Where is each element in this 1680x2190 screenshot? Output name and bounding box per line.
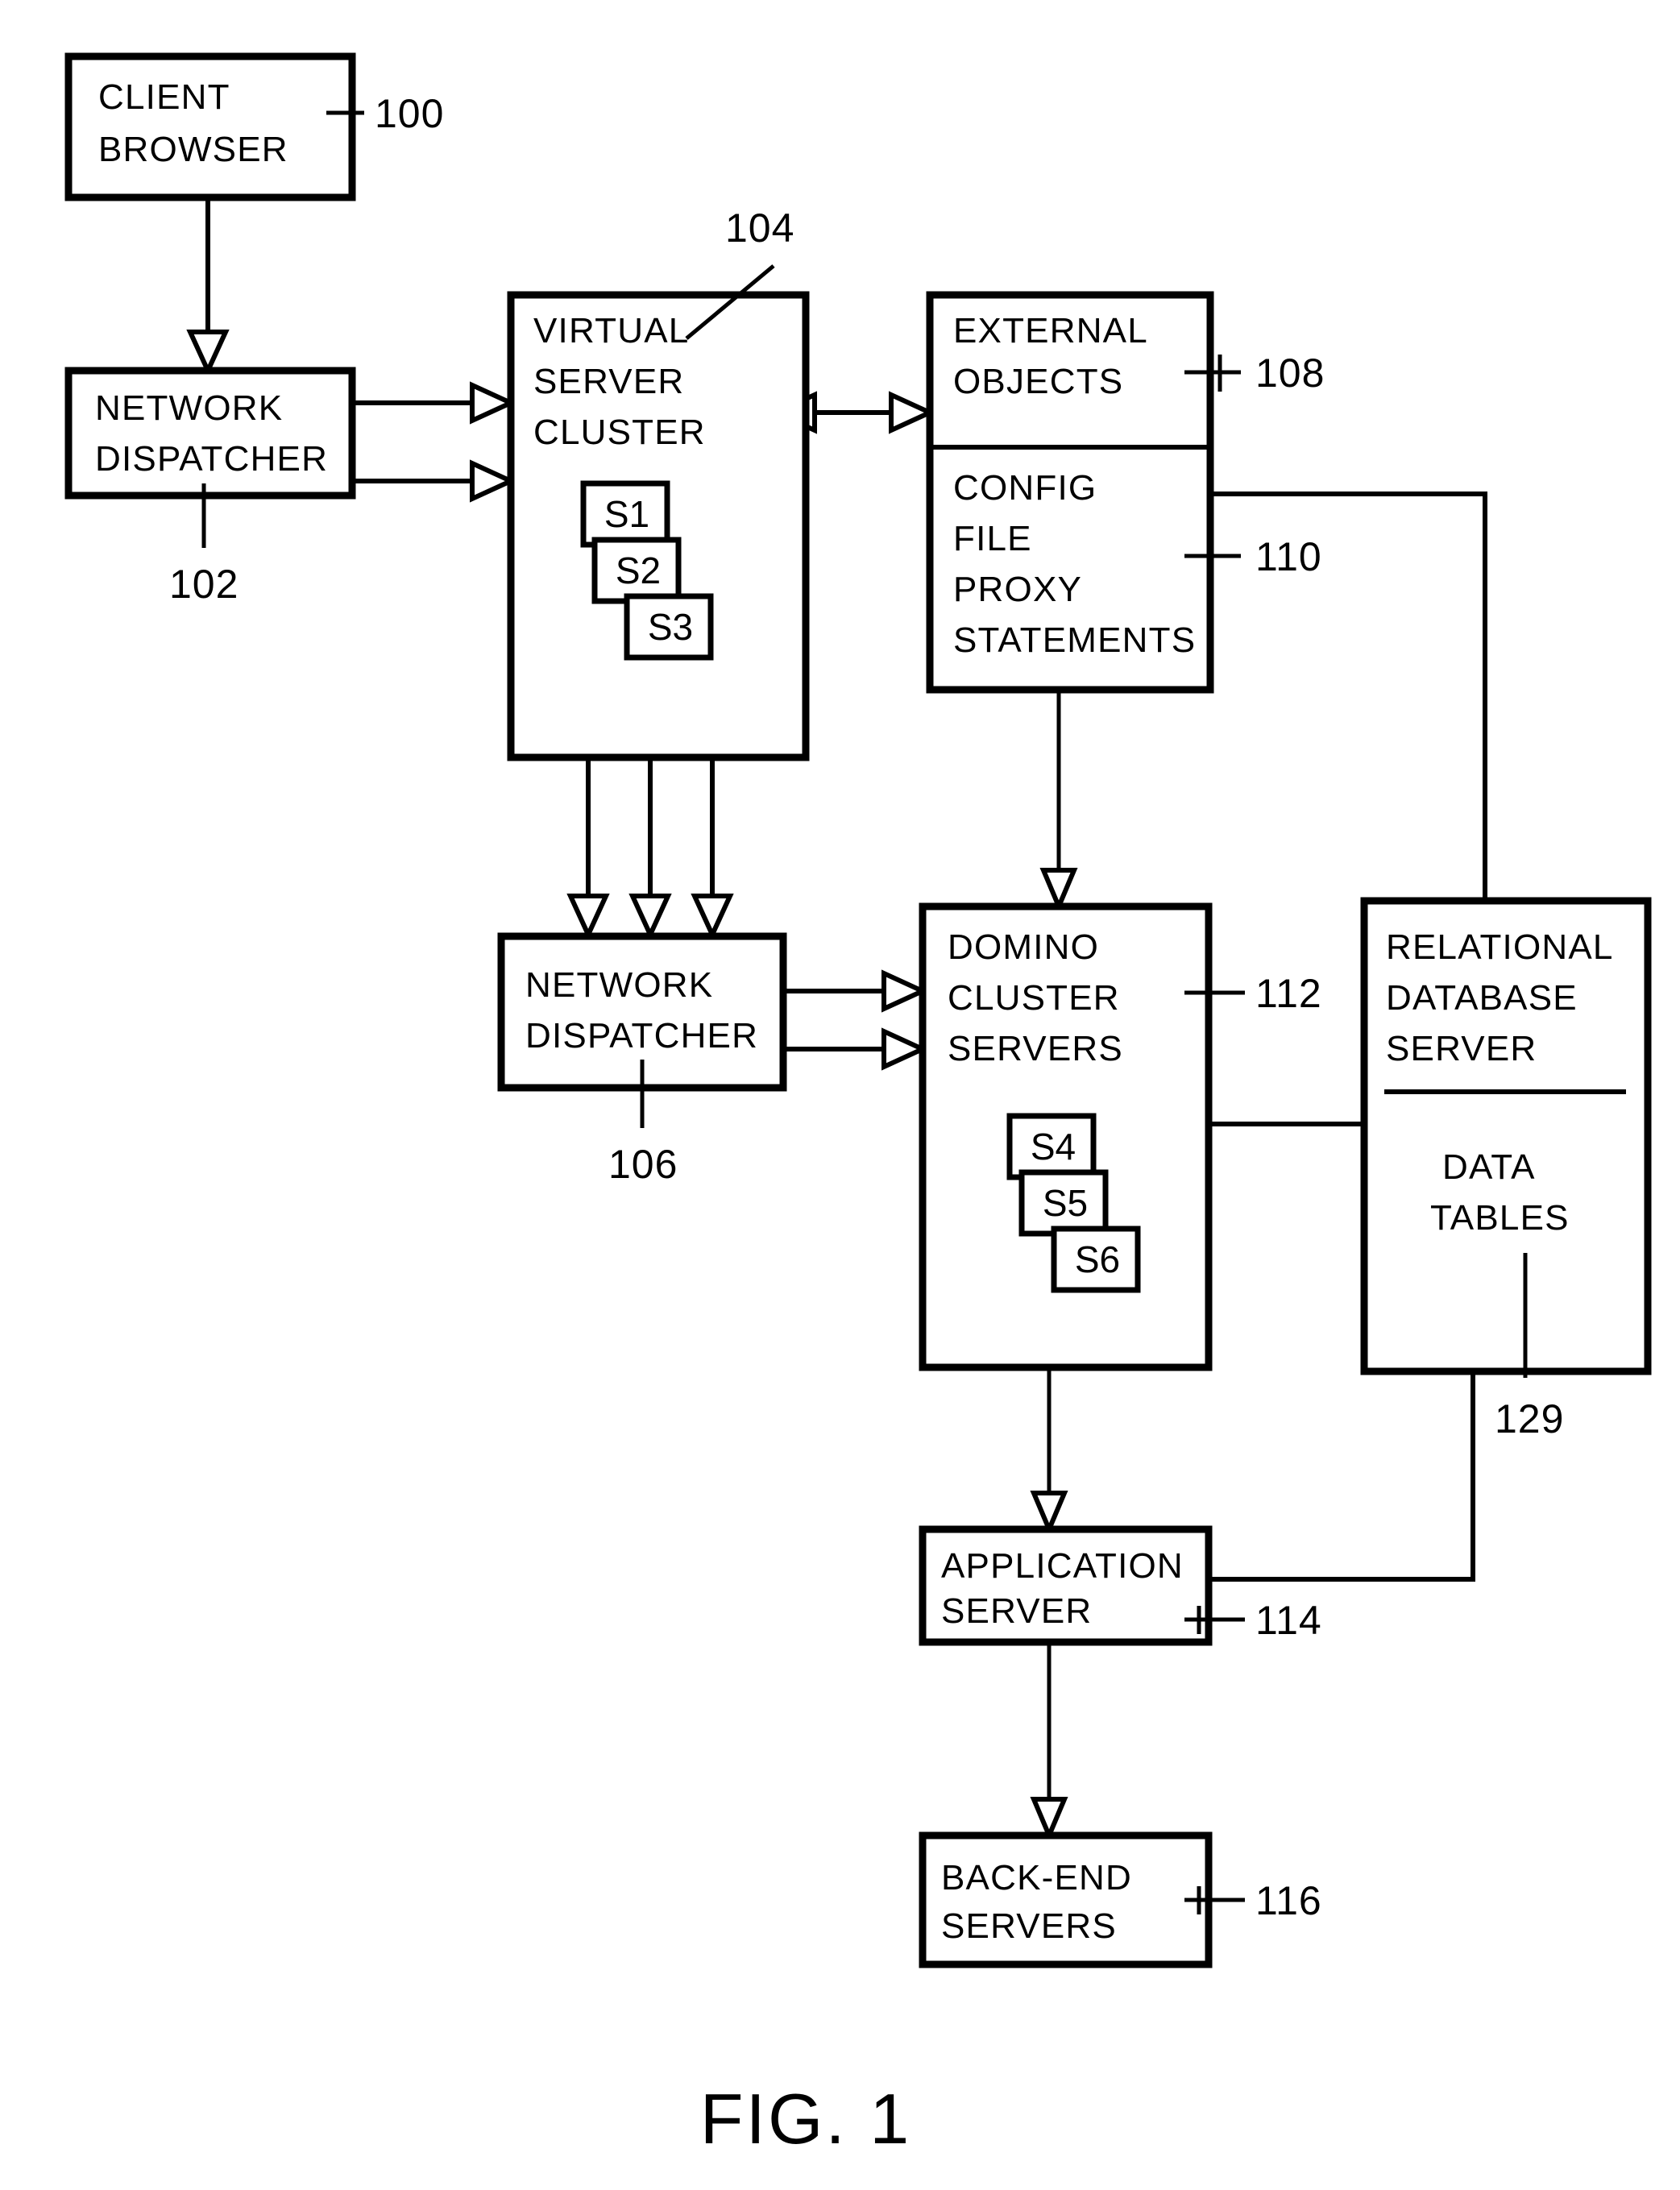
virtual-server-cluster-line-1: VIRTUAL <box>533 311 689 350</box>
ref-label-112: 112 <box>1255 971 1322 1016</box>
ref-leader-102: 102 <box>169 483 239 607</box>
back-end-servers-line-1: BACK-END <box>941 1858 1132 1898</box>
config-file-line-4: STATEMENTS <box>953 620 1196 660</box>
node-back-end-servers[interactable]: BACK-END SERVERS <box>919 1831 1213 1968</box>
data-tables-line-1: DATA <box>1442 1147 1536 1187</box>
server-node-s3-label: S3 <box>648 606 693 648</box>
virtual-server-cluster-line-3: CLUSTER <box>533 413 706 452</box>
connector-appserver-to-backend <box>1030 1642 1068 1842</box>
node-application-server[interactable]: APPLICATION SERVER <box>919 1525 1213 1646</box>
ref-label-110: 110 <box>1255 534 1322 579</box>
ref-label-116: 116 <box>1255 1878 1322 1923</box>
ref-label-104: 104 <box>725 205 794 251</box>
server-node-s5-label: S5 <box>1043 1182 1088 1224</box>
connector-cluster-to-dispatcher2-b <box>628 757 672 941</box>
client-browser-line-2: BROWSER <box>98 130 288 169</box>
application-server-line-1: APPLICATION <box>941 1546 1184 1586</box>
node-relational-database-server[interactable]: RELATIONAL DATABASE SERVER DATA TABLES <box>1360 897 1652 1375</box>
ref-label-108: 108 <box>1255 350 1325 396</box>
figure-caption: FIG. 1 <box>700 2079 912 2159</box>
connector-dispatcher2-to-domino-upper <box>783 969 929 1013</box>
connector-dispatcher1-to-cluster-upper <box>351 381 517 425</box>
node-domino-cluster-servers[interactable]: DOMINO CLUSTER SERVERS S4 S5 S6 <box>919 902 1213 1371</box>
ref-label-106: 106 <box>608 1142 678 1187</box>
domino-cluster-servers-line-2: CLUSTER <box>948 978 1120 1018</box>
virtual-server-cluster-line-2: SERVER <box>533 362 684 401</box>
application-server-line-2: SERVER <box>941 1591 1092 1631</box>
data-tables-line-2: TABLES <box>1430 1198 1570 1238</box>
ref-label-102: 102 <box>169 562 239 607</box>
external-objects-line-2: OBJECTS <box>953 362 1123 401</box>
connector-cluster-to-dispatcher2-a <box>566 757 610 941</box>
domino-cluster-servers-line-3: SERVERS <box>948 1029 1123 1068</box>
config-file-line-3: PROXY <box>953 570 1082 609</box>
diagram-canvas: CLIENT BROWSER 100 NETWORK DISPATCHER 10… <box>64 52 1652 2159</box>
connector-dispatcher1-to-cluster-lower <box>351 459 517 503</box>
node-network-dispatcher-1[interactable]: NETWORK DISPATCHER <box>64 367 356 500</box>
network-dispatcher-2-line-1: NETWORK <box>525 965 713 1005</box>
server-node-s2-label: S2 <box>616 550 661 591</box>
server-node-s5[interactable]: S5 <box>1018 1169 1109 1237</box>
config-file-line-2: FILE <box>953 519 1032 558</box>
ref-label-129: 129 <box>1495 1396 1564 1441</box>
server-node-s2[interactable]: S2 <box>591 537 682 604</box>
ref-label-114: 114 <box>1255 1598 1322 1643</box>
relational-database-server-line-3: SERVER <box>1386 1029 1537 1068</box>
server-node-s6[interactable]: S6 <box>1051 1226 1141 1293</box>
config-file-line-1: CONFIG <box>953 468 1097 508</box>
relational-database-server-line-2: DATABASE <box>1386 978 1578 1018</box>
relational-database-server-line-1: RELATIONAL <box>1386 927 1614 967</box>
connector-configfile-to-domino <box>1039 689 1078 913</box>
server-node-s3[interactable]: S3 <box>624 593 714 661</box>
network-dispatcher-1-line-1: NETWORK <box>95 388 283 428</box>
external-objects-line-1: EXTERNAL <box>953 311 1148 350</box>
ref-label-100: 100 <box>375 91 444 136</box>
connector-client-to-dispatcher1 <box>186 197 230 377</box>
server-node-s6-label: S6 <box>1075 1238 1120 1280</box>
server-node-s1[interactable]: S1 <box>580 480 670 548</box>
network-dispatcher-2-line-2: DISPATCHER <box>525 1016 758 1056</box>
node-client-browser[interactable]: CLIENT BROWSER <box>64 52 356 201</box>
connector-domino-to-appserver <box>1030 1367 1068 1536</box>
domino-cluster-servers-line-1: DOMINO <box>948 927 1099 967</box>
connector-appserver-to-database <box>1209 1371 1475 1582</box>
connector-configfile-to-database <box>1210 492 1487 901</box>
server-node-s4-label: S4 <box>1031 1126 1076 1168</box>
node-virtual-server-cluster[interactable]: VIRTUAL SERVER CLUSTER S1 S2 S3 <box>507 291 810 761</box>
patent-figure: CLIENT BROWSER 100 NETWORK DISPATCHER 10… <box>0 0 1680 2190</box>
client-browser-line-1: CLIENT <box>98 77 230 117</box>
back-end-servers-line-2: SERVERS <box>941 1906 1117 1946</box>
node-external-objects-panel[interactable]: EXTERNAL OBJECTS CONFIG FILE PROXY STATE… <box>926 291 1214 694</box>
server-node-s4[interactable]: S4 <box>1006 1113 1097 1180</box>
server-node-s1-label: S1 <box>604 493 649 535</box>
connector-dispatcher2-to-domino-lower <box>783 1027 929 1071</box>
connector-cluster-to-dispatcher2-c <box>691 757 734 941</box>
network-dispatcher-1-line-2: DISPATCHER <box>95 439 328 479</box>
